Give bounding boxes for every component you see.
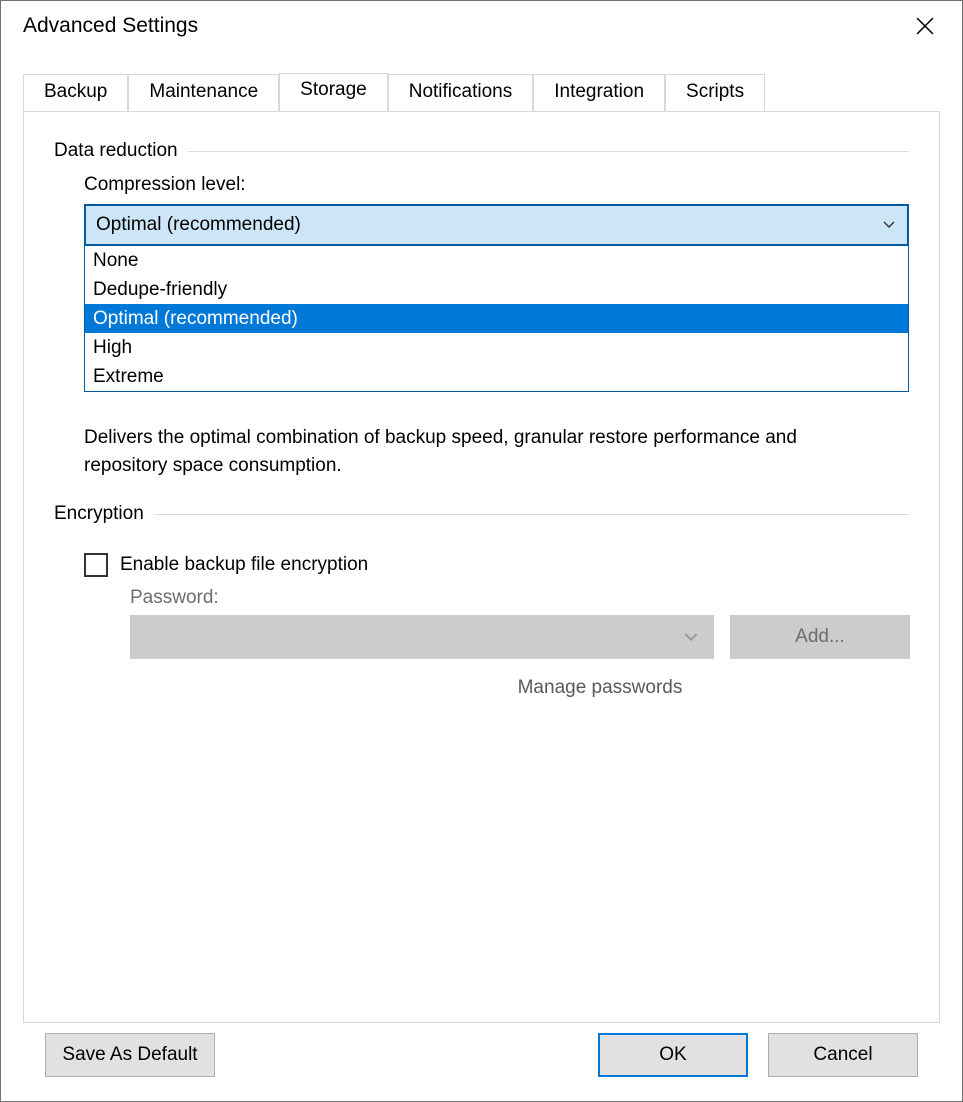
compression-option-dedupe-friendly[interactable]: Dedupe-friendly	[85, 275, 908, 304]
group-label-encryption: Encryption	[54, 503, 144, 525]
tab-scripts[interactable]: Scripts	[665, 74, 765, 112]
divider	[188, 151, 909, 152]
compression-level-dropdown: None Dedupe-friendly Optimal (recommende…	[84, 246, 909, 392]
tab-integration[interactable]: Integration	[533, 74, 665, 112]
dialog-footer: Save As Default OK Cancel	[23, 1033, 940, 1101]
group-label-data-reduction: Data reduction	[54, 140, 178, 162]
chevron-down-icon	[684, 626, 698, 648]
add-password-button[interactable]: Add...	[730, 615, 910, 659]
compression-option-optimal[interactable]: Optimal (recommended)	[85, 304, 908, 333]
cancel-button[interactable]: Cancel	[768, 1033, 918, 1077]
save-as-default-button[interactable]: Save As Default	[45, 1033, 215, 1077]
compression-level-select[interactable]: Optimal (recommended)	[84, 204, 909, 246]
close-button[interactable]	[902, 11, 948, 47]
password-select[interactable]	[130, 615, 714, 659]
compression-option-extreme[interactable]: Extreme	[85, 362, 908, 391]
enable-encryption-checkbox[interactable]	[84, 553, 108, 577]
enable-encryption-label: Enable backup file encryption	[120, 554, 368, 576]
tab-backup[interactable]: Backup	[23, 74, 128, 112]
close-icon	[916, 17, 934, 41]
title-bar: Advanced Settings	[1, 1, 962, 51]
password-label: Password:	[130, 587, 909, 609]
tab-maintenance[interactable]: Maintenance	[128, 74, 279, 112]
compression-option-high[interactable]: High	[85, 333, 908, 362]
tab-storage[interactable]: Storage	[279, 73, 388, 111]
group-data-reduction: Data reduction	[54, 140, 909, 162]
dialog-window: Advanced Settings Backup Maintenance Sto…	[0, 0, 963, 1102]
compression-option-none[interactable]: None	[85, 246, 908, 275]
tab-panel-storage: Data reduction Compression level: Optima…	[23, 111, 940, 1023]
compression-level-label: Compression level:	[84, 174, 909, 196]
window-title: Advanced Settings	[23, 11, 198, 40]
chevron-down-icon	[881, 217, 897, 233]
compression-description: Delivers the optimal combination of back…	[84, 424, 844, 479]
divider	[154, 514, 909, 515]
group-encryption: Encryption	[54, 503, 909, 525]
manage-passwords-link[interactable]: Manage passwords	[518, 677, 683, 699]
tab-strip: Backup Maintenance Storage Notifications…	[23, 73, 940, 111]
ok-button[interactable]: OK	[598, 1033, 748, 1077]
compression-level-value: Optimal (recommended)	[96, 214, 301, 236]
tab-notifications[interactable]: Notifications	[388, 74, 534, 112]
